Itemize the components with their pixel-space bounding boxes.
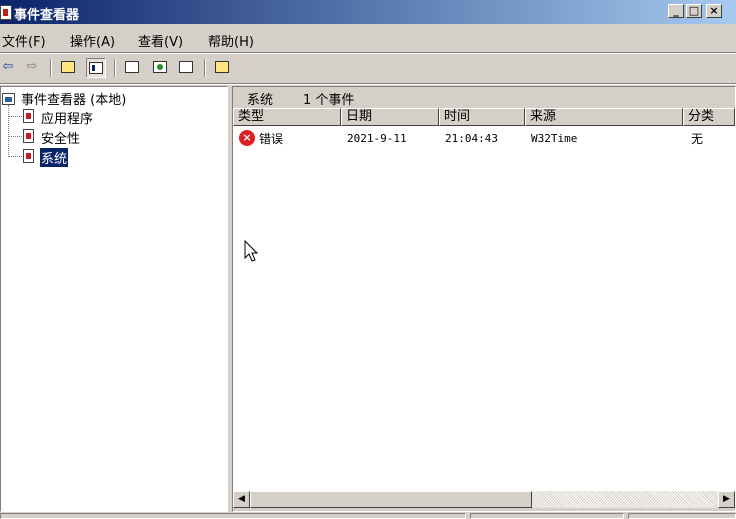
application-log-icon [23, 109, 34, 123]
help-icon [215, 60, 229, 73]
event-list[interactable]: 类型 日期 时间 来源 分类 × 错误 2021-9-11 21:04:43 W… [233, 108, 735, 491]
event-count: 1 个事件 [303, 93, 355, 108]
tree-item-application[interactable]: 应用程序 [41, 108, 93, 127]
menu-bar: 文件(F) 操作(A) 查看(V) 帮助(H) [0, 28, 736, 50]
show-hide-tree-icon [89, 61, 103, 74]
status-segment [0, 513, 466, 519]
event-time: 21:04:43 [445, 132, 498, 145]
event-viewer-root-icon [2, 93, 15, 105]
system-log-icon [23, 149, 34, 163]
mouse-cursor-icon [244, 240, 259, 262]
event-category: 无 [691, 132, 704, 146]
log-name: 系统 [247, 93, 274, 108]
close-button[interactable]: × [706, 4, 722, 18]
error-icon: × [239, 130, 255, 146]
security-log-icon [23, 129, 34, 143]
event-list-pane: 系统 1 个事件 类型 日期 时间 来源 分类 × 错误 2021-9-11 2… [232, 86, 736, 512]
scroll-right-button[interactable]: ▶ [718, 491, 735, 508]
menu-help[interactable]: 帮助(H) [208, 31, 254, 50]
status-segment [628, 513, 736, 519]
toolbar-separator [114, 59, 116, 77]
column-source[interactable]: 来源 [525, 108, 683, 126]
tree-root[interactable]: 事件查看器 (本地) [21, 89, 126, 108]
properties-button[interactable] [122, 58, 142, 78]
tree-connector [8, 156, 22, 157]
properties-icon [125, 60, 139, 73]
event-date: 2021-9-11 [347, 132, 407, 145]
column-time[interactable]: 时间 [439, 108, 525, 126]
export-list-icon [179, 60, 193, 73]
maximize-button[interactable]: □ [686, 4, 702, 18]
tree-connector [8, 116, 22, 117]
column-type[interactable]: 类型 [233, 108, 341, 126]
up-one-level-button[interactable] [58, 58, 78, 78]
help-button[interactable] [212, 58, 232, 78]
toolbar-separator [204, 59, 206, 77]
column-date[interactable]: 日期 [341, 108, 439, 126]
tree-connector [8, 105, 9, 157]
up-one-level-icon [61, 60, 75, 73]
title-bar[interactable]: 事件查看器 _ □ × [0, 0, 736, 24]
toolbar: ⇦ ⇨ [0, 54, 736, 82]
event-source: W32Time [531, 132, 578, 145]
export-list-button[interactable] [176, 58, 196, 78]
event-viewer-app-icon [0, 5, 12, 20]
list-header: 系统 1 个事件 [233, 87, 735, 108]
tree-pane[interactable]: 事件查看器 (本地) 应用程序 安全性 系统 [0, 86, 228, 512]
scroll-thumb[interactable] [250, 491, 532, 508]
scroll-left-button[interactable]: ◀ [233, 491, 250, 508]
show-hide-tree-button[interactable] [86, 58, 106, 78]
back-button[interactable]: ⇦ [0, 58, 18, 78]
window-title: 事件查看器 [14, 8, 80, 23]
refresh-button[interactable] [150, 58, 170, 78]
tree-item-system[interactable]: 系统 [40, 148, 69, 167]
column-category[interactable]: 分类 [683, 108, 735, 126]
minimize-button[interactable]: _ [668, 4, 684, 18]
toolbar-divider [0, 83, 736, 85]
status-bar [0, 512, 736, 519]
refresh-icon [153, 60, 167, 73]
status-segment [470, 513, 624, 519]
tree-item-security[interactable]: 安全性 [41, 128, 80, 147]
toolbar-separator [50, 59, 52, 77]
menu-action[interactable]: 操作(A) [70, 31, 115, 50]
forward-button[interactable]: ⇨ [22, 58, 42, 78]
tree-connector [8, 136, 22, 137]
horizontal-scrollbar[interactable]: ◀ ▶ [233, 491, 735, 508]
menu-file[interactable]: 文件(F) [2, 31, 46, 50]
event-type: 错误 [259, 132, 284, 146]
menu-view[interactable]: 查看(V) [138, 31, 183, 50]
